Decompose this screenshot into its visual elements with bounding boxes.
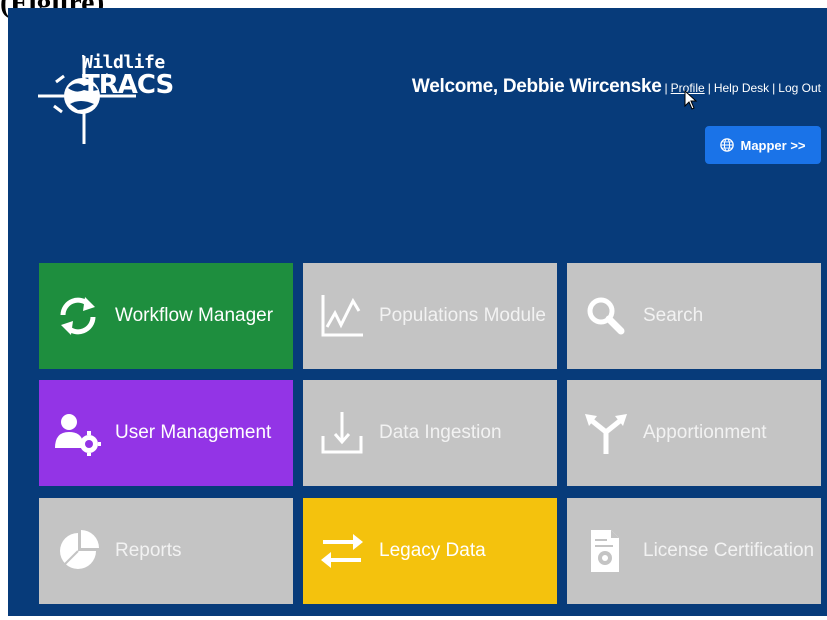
line-chart-icon [319, 293, 365, 339]
pie-chart-icon [55, 528, 101, 574]
globe-icon [720, 138, 735, 152]
users-gear-icon [55, 410, 101, 456]
help-desk-link[interactable]: Help Desk [714, 81, 769, 95]
header-user-bar: Welcome, Debbie Wircenske | Profile | He… [412, 76, 821, 98]
mouse-cursor-icon [684, 90, 698, 110]
tile-search[interactable]: Search [567, 263, 821, 369]
split-arrows-icon [583, 410, 629, 456]
tile-apportionment[interactable]: Apportionment [567, 380, 821, 486]
log-out-link[interactable]: Log Out [778, 81, 821, 95]
tile-license-certification[interactable]: License Certification [567, 498, 821, 604]
tile-reports[interactable]: Reports [39, 498, 293, 604]
separator: | [772, 81, 776, 95]
tile-label: License Certification [643, 540, 815, 561]
separator: | [707, 81, 711, 95]
swap-arrows-icon [319, 528, 365, 574]
app-window: Wildlife TRACS Welcome, Debbie Wircenske… [8, 8, 827, 616]
download-tray-icon [319, 410, 365, 456]
search-icon [583, 293, 629, 339]
welcome-message: Welcome, Debbie Wircenske [411, 76, 662, 97]
mapper-button[interactable]: Mapper >> [705, 126, 821, 164]
refresh-icon [55, 293, 101, 339]
tile-data-ingestion[interactable]: Data Ingestion [303, 380, 557, 486]
document-gear-icon [583, 528, 629, 574]
tile-label: User Management [115, 422, 272, 443]
tile-label: Workflow Manager [115, 305, 274, 326]
tile-user-management[interactable]: User Management [39, 380, 293, 486]
tile-populations-module[interactable]: Populations Module [303, 263, 557, 369]
separator: | [664, 81, 668, 95]
tile-label: Data Ingestion [379, 422, 502, 443]
mapper-button-label: Mapper >> [740, 137, 806, 153]
tile-legacy-data[interactable]: Legacy Data [303, 498, 557, 604]
tile-label: Apportionment [643, 422, 767, 443]
tile-label: Populations Module [379, 305, 546, 326]
tile-label: Search [643, 305, 704, 326]
logo-wordmark-tracs: TRACS [82, 70, 174, 100]
tile-label: Legacy Data [379, 540, 486, 561]
tile-label: Reports [115, 540, 182, 561]
tile-workflow-manager[interactable]: Workflow Manager [39, 263, 293, 369]
